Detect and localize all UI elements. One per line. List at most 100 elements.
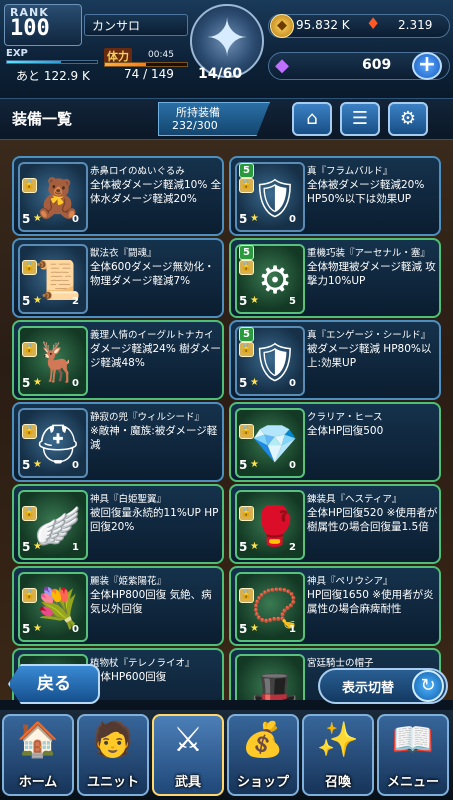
item-desc: ダメージ軽減24% 樹ダメージ軽減48% — [90, 343, 221, 369]
nav-summon[interactable]: ✨ 召喚 — [302, 714, 374, 796]
item-name: 麗装『姫紫陽花』 — [90, 576, 167, 587]
item-desc: 全体HP回復500 — [307, 425, 384, 437]
nav-shop[interactable]: 💰 ショップ — [227, 714, 299, 796]
star-icon: ★ — [33, 623, 42, 634]
nav-unit[interactable]: 🧑 ユニット — [77, 714, 149, 796]
nav-menu[interactable]: 📖 メニュー — [377, 714, 449, 796]
gold-value: 95.832 K — [296, 18, 350, 32]
settings-button[interactable]: ⚙ — [388, 102, 428, 136]
sword-icon: ⚔ — [172, 720, 204, 760]
page-title: 装備一覧 — [12, 110, 73, 128]
refresh-icon[interactable]: ↻ — [412, 670, 444, 702]
nav-equipment[interactable]: ⚔ 武具 — [152, 714, 224, 796]
floor-value: 14/60 — [198, 66, 243, 82]
owned-label: 所持装備 — [176, 106, 220, 119]
nav-home[interactable]: 🏠 ホーム — [2, 714, 74, 796]
item-level: 5 — [22, 294, 31, 308]
item-card[interactable]: ⛑ 🔒 5 ★ 0 静寂の兜『ウィルシード』 ※敵神・魔族:被ダメージ軽減 — [12, 402, 224, 482]
item-top-level: 5 — [239, 163, 254, 178]
lock-icon: 🔒 — [22, 506, 37, 521]
item-desc: 全体HP800回復 気絶、病気以外回復 — [90, 589, 212, 615]
star-icon: ★ — [33, 295, 42, 306]
stamina-timer: 00:45 — [148, 50, 174, 60]
lock-icon: 🔒 — [22, 424, 37, 439]
item-desc: 全体HP回復520 ※使用者が樹属性の場合回復量1.5倍 — [307, 507, 438, 533]
summon-icon: ✨ — [316, 720, 360, 760]
item-level: 5 — [22, 376, 31, 390]
item-desc: 被回復量永続的11%UP HP回復20% — [90, 507, 219, 533]
equipment-grid: 🧸 🔒 5 ★ 0 赤鼻ロイのぬいぐるみ 全体被ダメージ軽減10% 全体水ダメー… — [0, 140, 453, 700]
item-level: 5 — [239, 622, 248, 636]
item-desc: 全体被ダメージ軽減10% 全体水ダメージ軽減20% — [90, 179, 222, 205]
item-count: 1 — [289, 624, 296, 635]
item-desc: HP回復1650 ※使用者が炎属性の場合麻痺耐性 — [307, 589, 434, 615]
lock-icon: 🔒 — [239, 342, 254, 357]
owned-value: 232/300 — [172, 119, 218, 132]
item-count: 0 — [72, 378, 79, 389]
nav-label: ユニット — [86, 775, 139, 790]
item-name: 重機巧装『アーセナル・塞』 — [307, 248, 430, 259]
item-count: 0 — [72, 460, 79, 471]
item-name: 宮廷騎士の帽子 — [307, 658, 374, 669]
item-name: 獣法衣『闘魂』 — [90, 248, 157, 259]
item-desc: 全体HP600回復 — [90, 671, 167, 683]
lock-icon: 🔒 — [239, 260, 254, 275]
item-card[interactable]: 🛡 5 🔒 5 ★ 0 真『フラムバルド』 全体被ダメージ軽減20% HP50%… — [229, 156, 441, 236]
item-name: 静寂の兜『ウィルシード』 — [90, 412, 205, 423]
item-name: 真『エンゲージ・シールド』 — [307, 330, 431, 341]
item-level: 5 — [239, 294, 248, 308]
tag-icon: ⌂ — [306, 108, 318, 129]
item-count: 0 — [289, 460, 296, 471]
crest-star-icon: ✦ — [205, 9, 249, 69]
item-thumbnail: 🎩 — [235, 654, 305, 700]
sort-button[interactable]: ☰ — [340, 102, 380, 136]
item-name: 義理人情のイーグルトナカイ — [90, 330, 214, 341]
item-name: クラリア・ヒース — [307, 412, 383, 423]
star-icon: ★ — [250, 295, 259, 306]
add-gem-button[interactable]: + — [412, 52, 442, 80]
item-desc: 全体600ダメージ無効化・物理ダメージ軽減7% — [90, 261, 215, 287]
shop-icon: 💰 — [241, 720, 285, 760]
item-card[interactable]: 🥊 🔒 5 ★ 2 錬装具『ヘスティア』 全体HP回復520 ※使用者が樹属性の… — [229, 484, 441, 564]
star-icon: ★ — [33, 213, 42, 224]
tag-filter-button[interactable]: ⌂ — [292, 102, 332, 136]
nav-label: 召喚 — [324, 775, 351, 790]
lock-icon: 🔒 — [239, 588, 254, 603]
back-button[interactable]: 戻る — [8, 664, 100, 704]
star-icon: ★ — [250, 459, 259, 470]
star-icon: ★ — [250, 623, 259, 634]
item-card[interactable]: 📜 🔒 5 ★ 2 獣法衣『闘魂』 全体600ダメージ無効化・物理ダメージ軽減7… — [12, 238, 224, 318]
item-desc: 被ダメージ軽減 HP80%以上:効果UP — [307, 343, 432, 369]
unit-icon: 🧑 — [91, 720, 135, 760]
rank-value: 100 — [10, 16, 50, 41]
item-count: 0 — [289, 378, 296, 389]
item-card[interactable]: 🛡 5 🔒 5 ★ 0 真『エンゲージ・シールド』 被ダメージ軽減 HP80%以… — [229, 320, 441, 400]
item-name: 赤鼻ロイのぬいぐるみ — [90, 166, 185, 177]
item-name: 神具『白姫聖翼』 — [90, 494, 167, 505]
player-name: カンサロ — [92, 19, 141, 33]
fire-crystal-icon: ♦ — [366, 14, 381, 33]
item-count: 0 — [289, 214, 296, 225]
star-icon: ★ — [33, 541, 42, 552]
item-count: 2 — [72, 296, 79, 307]
gold-coin-icon: ◆ — [270, 14, 294, 38]
item-card[interactable]: 📿 🔒 5 ★ 1 神具『ペリウシア』 HP回復1650 ※使用者が炎属性の場合… — [229, 566, 441, 646]
item-card[interactable]: 🧸 🔒 5 ★ 0 赤鼻ロイのぬいぐるみ 全体被ダメージ軽減10% 全体水ダメー… — [12, 156, 224, 236]
item-card[interactable]: ⚙ 5 🔒 5 ★ 5 重機巧装『アーセナル・塞』 全体物理被ダメージ軽減 攻撃… — [229, 238, 441, 318]
lock-icon: 🔒 — [22, 342, 37, 357]
item-name: 錬装具『ヘスティア』 — [307, 494, 402, 505]
item-top-level: 5 — [239, 327, 254, 342]
item-card[interactable]: 🦌 🔒 5 ★ 0 義理人情のイーグルトナカイ ダメージ軽減24% 樹ダメージ軽… — [12, 320, 224, 400]
item-level: 5 — [239, 540, 248, 554]
item-level: 5 — [22, 458, 31, 472]
item-card[interactable]: 💎 🔒 5 ★ 0 クラリア・ヒース 全体HP回復500 — [229, 402, 441, 482]
gem-icon: ◆ — [275, 55, 289, 76]
settings-icon: ⚙ — [399, 108, 417, 129]
lock-icon: 🔒 — [239, 178, 254, 193]
item-card[interactable]: 💐 🔒 5 ★ 0 麗装『姫紫陽花』 全体HP800回復 気絶、病気以外回復 — [12, 566, 224, 646]
item-card[interactable]: 🪽 🔒 5 ★ 1 神具『白姫聖翼』 被回復量永続的11%UP HP回復20% — [12, 484, 224, 564]
item-name: 植物杖『テレノライオ』 — [90, 658, 195, 669]
display-toggle-label: 表示切替 — [342, 681, 395, 696]
exp-bar — [6, 60, 98, 64]
item-level: 5 — [22, 540, 31, 554]
